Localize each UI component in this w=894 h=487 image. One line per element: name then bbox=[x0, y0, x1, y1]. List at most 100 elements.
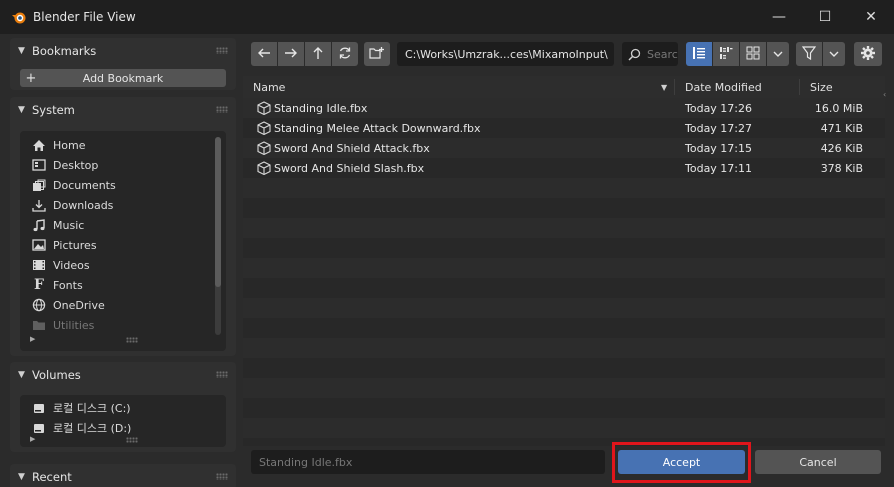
empty-row bbox=[243, 398, 885, 418]
sidebar-item-pictures[interactable]: Pictures bbox=[20, 235, 226, 255]
drag-grip-icon[interactable] bbox=[216, 47, 228, 54]
file-size: 471 KiB bbox=[820, 121, 863, 135]
column-header-size[interactable]: Size bbox=[810, 81, 833, 94]
system-list: Home Desktop Documents Downloads Music P… bbox=[20, 131, 226, 351]
file-row[interactable]: Standing Melee Attack Downward.fbx Today… bbox=[243, 118, 885, 138]
display-vertical-list-button[interactable] bbox=[686, 42, 712, 66]
expand-arrow-icon[interactable]: ▶ bbox=[30, 435, 35, 443]
column-header-name[interactable]: Name bbox=[253, 81, 285, 94]
file-row[interactable]: Standing Idle.fbx Today 17:26 16.0 MiB bbox=[243, 98, 885, 118]
sidebar-item-label: Music bbox=[53, 218, 85, 232]
file-size: 426 KiB bbox=[820, 141, 863, 155]
home-icon bbox=[30, 138, 48, 152]
search-icon bbox=[628, 48, 641, 61]
sidebar: ▼ Bookmarks + Add Bookmark ▼ System Home bbox=[0, 34, 238, 487]
expand-arrow-icon[interactable]: ▶ bbox=[30, 335, 35, 343]
sidebar-item-documents[interactable]: Documents bbox=[20, 175, 226, 195]
sidebar-item-downloads[interactable]: Downloads bbox=[20, 195, 226, 215]
sidebar-item-label: Videos bbox=[53, 258, 90, 272]
sidebar-item-utilities[interactable]: Utilities bbox=[20, 315, 226, 335]
folder-icon bbox=[30, 318, 48, 332]
parent-directory-button[interactable] bbox=[305, 42, 331, 66]
recent-panel: ▼ Recent bbox=[10, 464, 236, 487]
sidebar-item-music[interactable]: Music bbox=[20, 215, 226, 235]
forward-button[interactable] bbox=[278, 42, 304, 66]
empty-row bbox=[243, 298, 885, 318]
resize-grip-icon[interactable] bbox=[126, 337, 138, 343]
volumes-title: Volumes bbox=[32, 368, 81, 382]
plus-icon: + bbox=[25, 70, 37, 86]
sidebar-item-home[interactable]: Home bbox=[20, 135, 226, 155]
empty-row bbox=[243, 318, 885, 338]
scrollbar-thumb[interactable] bbox=[215, 137, 221, 287]
cancel-button[interactable]: Cancel bbox=[755, 450, 881, 474]
chevron-down-icon: ▼ bbox=[18, 370, 25, 380]
sidebar-item-videos[interactable]: Videos bbox=[20, 255, 226, 275]
empty-row bbox=[243, 418, 885, 438]
empty-row bbox=[243, 198, 885, 218]
sidebar-item-onedrive[interactable]: OneDrive bbox=[20, 295, 226, 315]
search-input[interactable]: Search bbox=[622, 42, 678, 66]
bookmarks-header[interactable]: ▼ Bookmarks bbox=[10, 38, 236, 64]
display-horizontal-list-button[interactable] bbox=[713, 42, 739, 66]
back-button[interactable] bbox=[251, 42, 277, 66]
refresh-button[interactable] bbox=[332, 42, 358, 66]
file-name: Standing Idle.fbx bbox=[274, 101, 368, 115]
directory-path-input[interactable]: C:\Works\Umzrak...ces\MixamoInput\ bbox=[397, 42, 614, 66]
filter-options-dropdown[interactable] bbox=[823, 42, 845, 66]
music-icon bbox=[30, 218, 48, 232]
add-bookmark-button[interactable]: + Add Bookmark bbox=[20, 69, 226, 87]
accept-button[interactable]: Accept bbox=[618, 450, 745, 474]
drag-grip-icon[interactable] bbox=[216, 371, 228, 378]
column-divider[interactable] bbox=[674, 79, 675, 95]
bookmarks-panel: ▼ Bookmarks + Add Bookmark bbox=[10, 38, 236, 90]
pictures-icon bbox=[30, 238, 48, 252]
volumes-panel: ▼ Volumes 로컬 디스크 (C:) 로컬 디스크 (D:) ▶ bbox=[10, 362, 236, 452]
display-thumbnails-button[interactable] bbox=[740, 42, 766, 66]
sort-descending-icon[interactable]: ▼ bbox=[661, 83, 667, 92]
display-options-dropdown[interactable] bbox=[767, 42, 789, 66]
sidebar-item-label: Utilities bbox=[53, 318, 95, 332]
close-button[interactable]: ✕ bbox=[848, 0, 894, 34]
system-scrollbar[interactable] bbox=[215, 137, 221, 335]
horizontal-list-icon bbox=[719, 46, 733, 63]
volume-item-d[interactable]: 로컬 디스크 (D:) bbox=[20, 418, 226, 438]
file-name: Standing Melee Attack Downward.fbx bbox=[274, 121, 481, 135]
settings-button[interactable] bbox=[854, 42, 882, 66]
filter-icon bbox=[801, 45, 817, 63]
toolbar: C:\Works\Umzrak...ces\MixamoInput\ Searc… bbox=[242, 34, 894, 76]
file-size: 378 KiB bbox=[820, 161, 863, 175]
desktop-icon bbox=[30, 158, 48, 172]
side-panel-toggle-icon[interactable]: ‹ bbox=[883, 90, 891, 100]
sidebar-item-label: Fonts bbox=[53, 278, 83, 292]
downloads-icon bbox=[30, 198, 48, 212]
chevron-down-icon bbox=[829, 48, 839, 61]
maximize-button[interactable]: ☐ bbox=[802, 0, 848, 34]
sidebar-item-desktop[interactable]: Desktop bbox=[20, 155, 226, 175]
file-list-header: Name ▼ Date Modified Size bbox=[243, 76, 885, 98]
sidebar-item-label: Documents bbox=[53, 178, 116, 192]
drag-grip-icon[interactable] bbox=[216, 473, 228, 480]
file-row[interactable]: Sword And Shield Attack.fbx Today 17:15 … bbox=[243, 138, 885, 158]
file-row[interactable]: Sword And Shield Slash.fbx Today 17:11 3… bbox=[243, 158, 885, 178]
column-header-date[interactable]: Date Modified bbox=[685, 81, 762, 94]
drag-grip-icon[interactable] bbox=[216, 106, 228, 113]
resize-grip-icon[interactable] bbox=[126, 437, 138, 443]
filter-toggle-button[interactable] bbox=[796, 42, 822, 66]
grid-view-icon bbox=[746, 46, 760, 63]
fonts-icon: F bbox=[34, 277, 44, 293]
sidebar-item-fonts[interactable]: F Fonts bbox=[20, 275, 226, 295]
file-date: Today 17:15 bbox=[685, 141, 753, 155]
volume-item-c[interactable]: 로컬 디스크 (C:) bbox=[20, 398, 226, 418]
bookmarks-title: Bookmarks bbox=[32, 44, 97, 58]
new-directory-button[interactable] bbox=[364, 42, 390, 66]
empty-row bbox=[243, 378, 885, 398]
system-header[interactable]: ▼ System bbox=[10, 97, 236, 123]
minimize-button[interactable]: — bbox=[756, 0, 802, 34]
volumes-header[interactable]: ▼ Volumes bbox=[10, 362, 236, 388]
column-divider[interactable] bbox=[799, 79, 800, 95]
file-rows: Standing Idle.fbx Today 17:26 16.0 MiB S… bbox=[243, 98, 885, 475]
recent-header[interactable]: ▼ Recent bbox=[10, 464, 236, 487]
filename-input[interactable]: Standing Idle.fbx bbox=[251, 450, 605, 474]
empty-row bbox=[243, 258, 885, 278]
